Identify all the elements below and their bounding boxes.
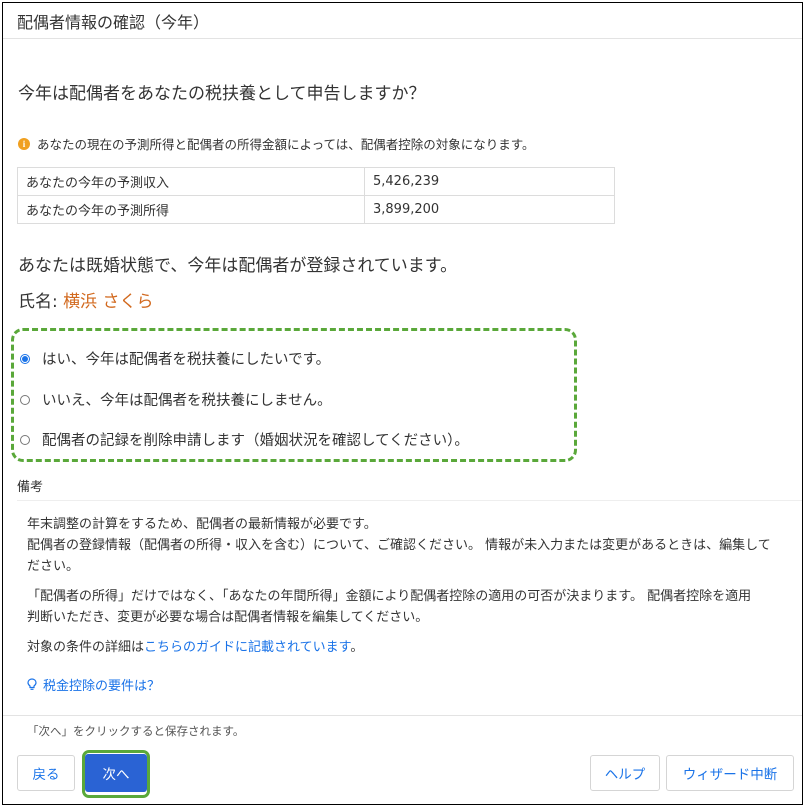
- guide-suffix: 。: [350, 640, 364, 655]
- guide-link[interactable]: こちらのガイドに記載されています: [144, 640, 350, 655]
- option-label: はい、今年は配偶者を税扶養にしたいです。: [42, 352, 331, 368]
- spouse-name-value: 横浜 さくら: [63, 292, 154, 312]
- radio-button[interactable]: [20, 434, 30, 445]
- back-button[interactable]: 戻る: [17, 755, 75, 791]
- info-text: あなたの現在の予測所得と配偶者の所得金額によっては、配偶者控除の対象になります。: [37, 137, 535, 152]
- question-heading: 今年は配偶者をあなたの税扶養として申告しますか？: [18, 84, 426, 104]
- tip-link-text[interactable]: 税金控除の要件は？: [43, 675, 160, 694]
- tax-requirements-link[interactable]: 税金控除の要件は？: [27, 675, 160, 694]
- save-note: 「次へ」をクリックすると保存されます。: [27, 724, 245, 738]
- guide-line: 対象の条件の詳細はこちらのガイドに記載されています。: [27, 637, 802, 658]
- income-value: 3,899,200: [364, 195, 615, 224]
- remarks-line: ださい。: [27, 559, 80, 574]
- income-label: あなたの今年の予測所得: [17, 195, 365, 224]
- income-table: あなたの今年の予測収入 5,426,239 あなたの今年の予測所得 3,899,…: [17, 167, 615, 224]
- wizard-panel: 配偶者情報の確認（今年） 今年は配偶者をあなたの税扶養として申告しますか？ i …: [2, 2, 803, 805]
- income-label: あなたの今年の予測収入: [17, 167, 365, 196]
- radio-button-checked[interactable]: [20, 353, 30, 364]
- radio-button[interactable]: [20, 394, 30, 405]
- marital-status-text: あなたは既婚状態で、今年は配偶者が登録されています。: [18, 256, 458, 276]
- page-title: 配偶者情報の確認（今年）: [17, 13, 210, 32]
- table-row: あなたの今年の予測収入 5,426,239: [17, 167, 615, 196]
- option-yes[interactable]: はい、今年は配偶者を税扶養にしたいです。: [20, 348, 330, 369]
- divider: [3, 715, 802, 716]
- option-label: いいえ、今年は配偶者を税扶養にしません。: [42, 393, 332, 409]
- next-button[interactable]: 次へ: [85, 754, 147, 792]
- option-no[interactable]: いいえ、今年は配偶者を税扶養にしません。: [20, 389, 332, 410]
- info-message: i あなたの現在の予測所得と配偶者の所得金額によっては、配偶者控除の対象になりま…: [18, 134, 535, 153]
- lightbulb-icon: [27, 678, 37, 690]
- dependent-options-group: はい、今年は配偶者を税扶養にしたいです。 いいえ、今年は配偶者を税扶養にしません…: [11, 328, 577, 462]
- option-delete[interactable]: 配偶者の記録を削除申請します（婚姻状況を確認してください）。: [20, 429, 469, 450]
- remarks-label: 備考: [17, 480, 44, 495]
- income-value: 5,426,239: [364, 167, 615, 196]
- abort-wizard-button[interactable]: ウィザード中断: [666, 755, 794, 791]
- remarks-line: 「配偶者の所得」だけではなく、「あなたの年間所得」金額により配偶者控除の適用の可…: [27, 589, 752, 604]
- table-row: あなたの今年の予測所得 3,899,200: [17, 195, 615, 224]
- option-label: 配偶者の記録を削除申請します（婚姻状況を確認してください）。: [42, 433, 469, 449]
- remarks-body: 年末調整の計算をするため、配偶者の最新情報が必要です。 配偶者の登録情報（配偶者…: [27, 514, 802, 658]
- spouse-name: 氏名: 横浜 さくら: [18, 287, 154, 312]
- remarks-line: 年末調整の計算をするため、配偶者の最新情報が必要です。: [27, 517, 377, 532]
- panel-header: 配偶者情報の確認（今年）: [3, 3, 802, 39]
- remarks-line: 配偶者の登録情報（配偶者の所得・収入を含む）について、ご確認ください。 情報が未…: [27, 538, 771, 553]
- divider: [17, 500, 802, 501]
- guide-prefix: 対象の条件の詳細は: [27, 640, 145, 655]
- remarks-line: 判断いただき、変更が必要な場合は配偶者情報を編集してください。: [27, 610, 429, 625]
- info-icon: i: [18, 137, 30, 150]
- spouse-name-label: 氏名:: [18, 292, 58, 312]
- help-button[interactable]: ヘルプ: [590, 755, 660, 791]
